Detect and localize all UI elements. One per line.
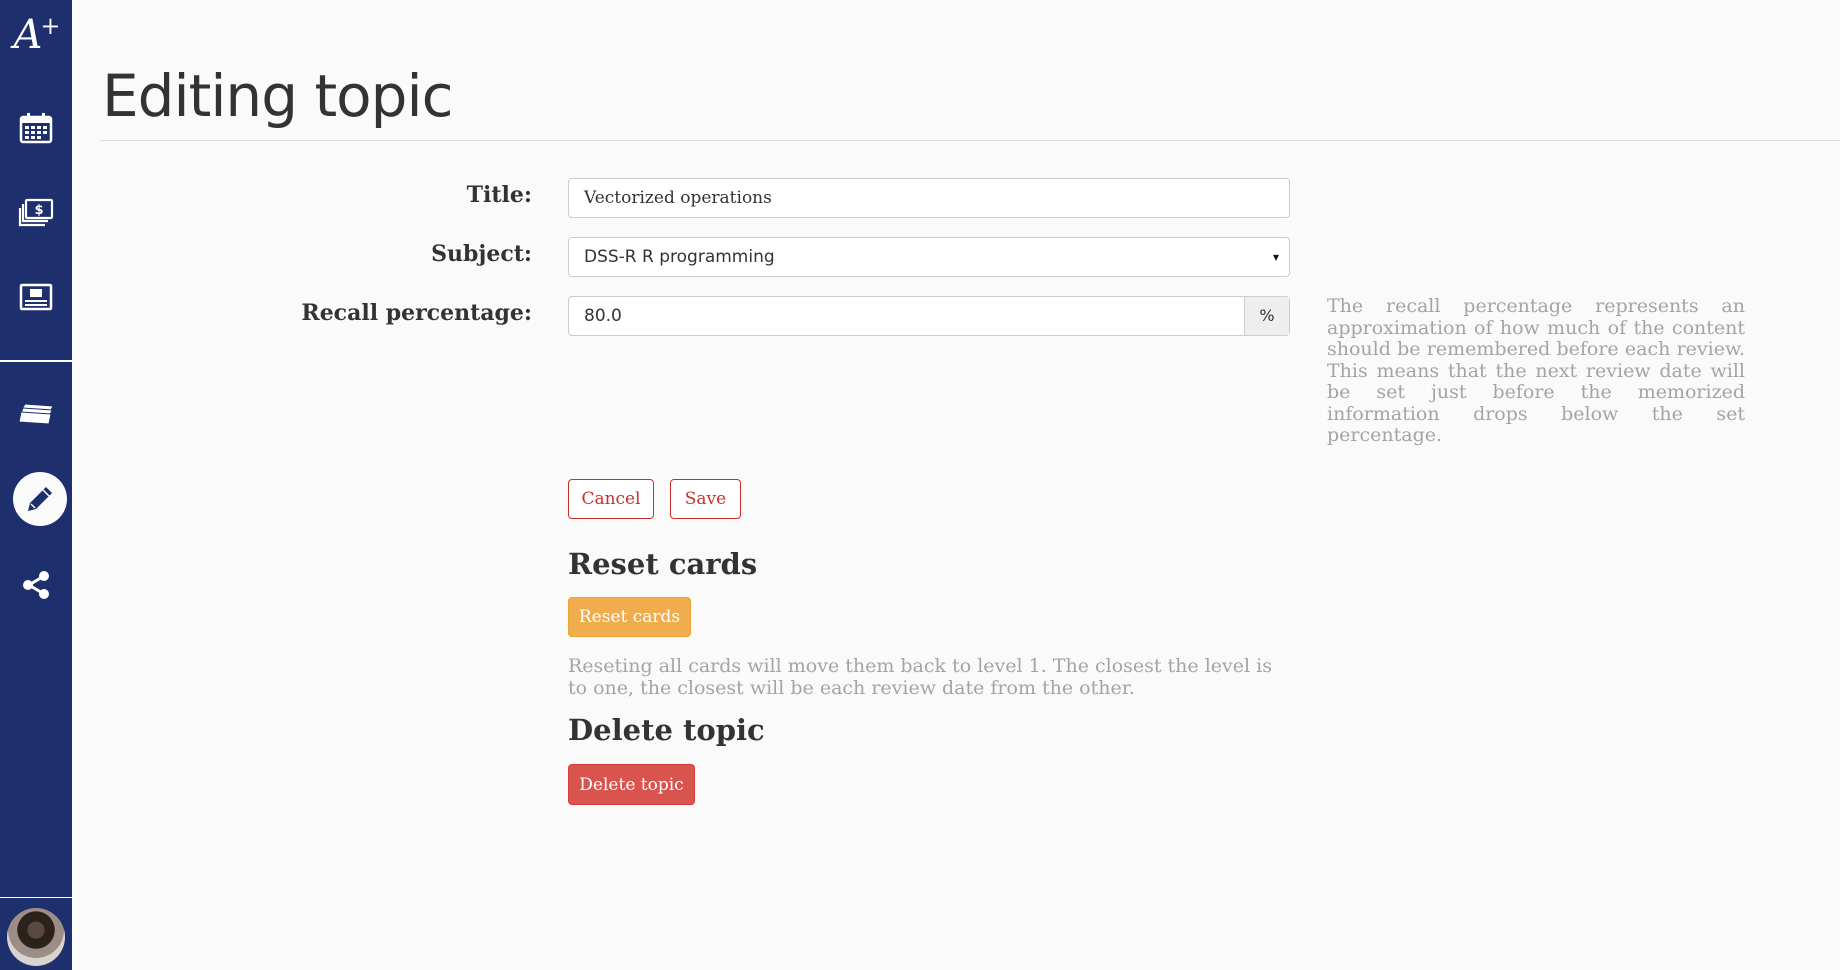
share-icon xyxy=(23,571,49,599)
percent-addon: % xyxy=(1244,297,1289,335)
sidebar-item-share[interactable] xyxy=(0,557,72,613)
recall-input-group[interactable]: 80.0 % xyxy=(568,296,1290,336)
money-stack-icon: $ xyxy=(18,198,54,227)
title-input[interactable]: Vectorized operations xyxy=(568,178,1290,218)
title-divider xyxy=(100,140,1840,141)
recall-help-text: The recall percentage represents an appr… xyxy=(1327,295,1745,446)
recall-label: Recall percentage: xyxy=(301,300,532,326)
sidebar-item-decks[interactable] xyxy=(0,385,72,441)
chevron-down-icon: ▾ xyxy=(1272,250,1279,264)
avatar[interactable] xyxy=(7,908,65,966)
save-button[interactable]: Save xyxy=(670,479,741,519)
reset-cards-heading: Reset cards xyxy=(568,547,758,581)
cards-stack-icon xyxy=(18,403,54,425)
sidebar-bottom-divider xyxy=(0,897,72,898)
logo-plus: + xyxy=(40,12,60,40)
delete-topic-heading: Delete topic xyxy=(568,713,765,747)
sidebar-item-edit[interactable] xyxy=(13,472,67,526)
title-label: Title: xyxy=(466,182,532,208)
sidebar-divider xyxy=(0,360,72,362)
page-title: Editing topic xyxy=(102,62,453,130)
subject-select[interactable]: DSS-R R programming ▾ xyxy=(568,237,1290,277)
card-icon xyxy=(19,283,53,311)
reset-cards-note: Reseting all cards will move them back t… xyxy=(568,655,1272,699)
pencil-icon xyxy=(28,487,52,511)
recall-input-value[interactable]: 80.0 xyxy=(569,297,1244,335)
sidebar: A+ $ xyxy=(0,0,72,970)
reset-cards-button[interactable]: Reset cards xyxy=(568,597,691,637)
sidebar-item-card[interactable] xyxy=(0,269,72,325)
sidebar-item-payments[interactable]: $ xyxy=(0,185,72,241)
calendar-icon xyxy=(19,113,53,144)
app-logo[interactable]: A+ xyxy=(0,0,72,58)
svg-text:$: $ xyxy=(34,203,43,218)
logo-text: A xyxy=(13,12,43,58)
sidebar-item-calendar[interactable] xyxy=(0,100,72,156)
delete-topic-button[interactable]: Delete topic xyxy=(568,764,695,805)
subject-label: Subject: xyxy=(431,241,532,267)
title-input-value: Vectorized operations xyxy=(584,188,772,208)
subject-select-value: DSS-R R programming xyxy=(584,247,775,267)
cancel-button[interactable]: Cancel xyxy=(568,479,654,519)
